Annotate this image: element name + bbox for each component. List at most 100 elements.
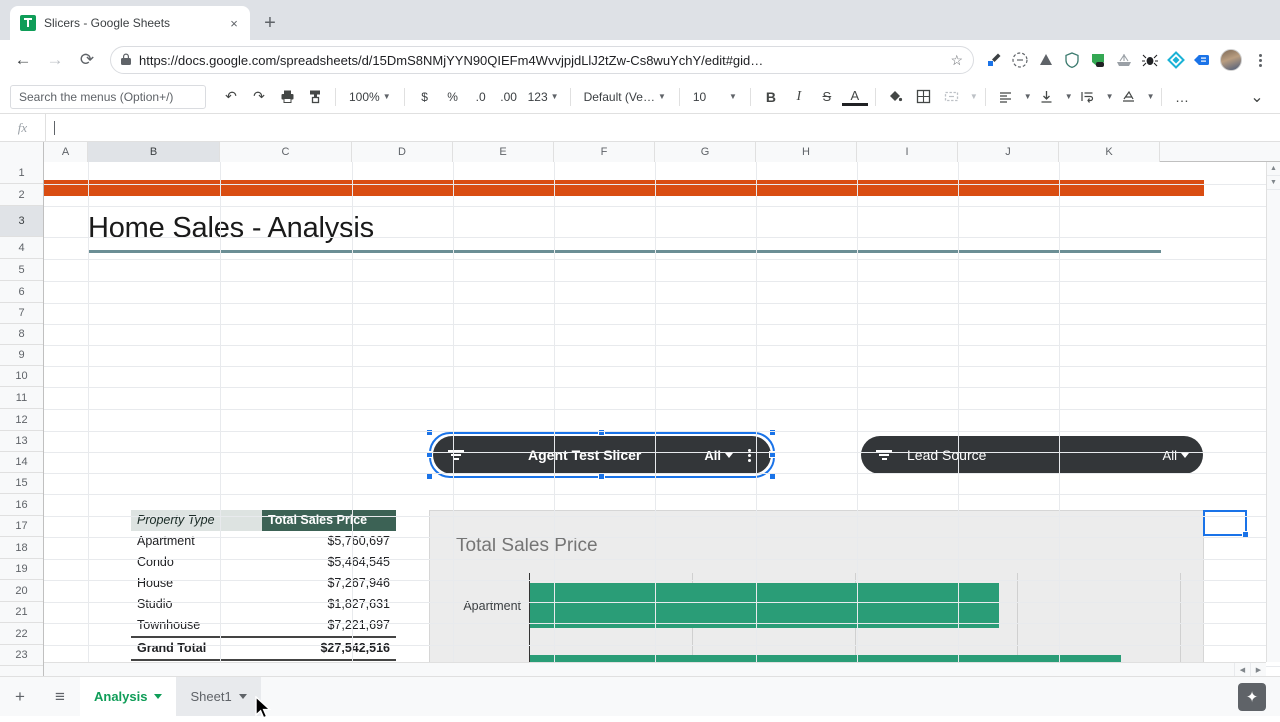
shield-extension-icon[interactable]: [1060, 48, 1084, 72]
collapse-toolbar-button[interactable]: ⌄: [1244, 84, 1270, 110]
text-wrap-button[interactable]: [1075, 84, 1101, 110]
chart-bar[interactable]: [530, 583, 999, 628]
number-format-button[interactable]: 123 ▼: [524, 84, 563, 110]
fill-color-button[interactable]: [883, 84, 909, 110]
add-sheet-button[interactable]: +: [0, 677, 40, 716]
print-button[interactable]: [274, 84, 300, 110]
row-header-3[interactable]: 3: [0, 206, 43, 237]
spider-extension-icon[interactable]: [1138, 48, 1162, 72]
resize-handle-s[interactable]: [598, 473, 605, 480]
resize-handle-sw[interactable]: [426, 473, 433, 480]
row-header-13[interactable]: 13: [0, 431, 43, 452]
row-header-9[interactable]: 9: [0, 345, 43, 366]
row-header-12[interactable]: 12: [0, 409, 43, 431]
row-header-14[interactable]: 14: [0, 452, 43, 473]
column-header-i[interactable]: I: [857, 142, 958, 162]
row-header-21[interactable]: 21: [0, 602, 43, 623]
scroll-down-arrow[interactable]: ▼: [1267, 176, 1280, 190]
column-header-c[interactable]: C: [220, 142, 352, 162]
scroll-right-arrow[interactable]: ▶: [1250, 663, 1266, 676]
forward-arrow-icon[interactable]: →: [40, 45, 70, 75]
chevron-down-icon[interactable]: ▼: [1147, 92, 1155, 101]
undo-button[interactable]: ↶: [218, 84, 244, 110]
row-header-17[interactable]: 17: [0, 516, 43, 537]
row-header-4[interactable]: 4: [0, 237, 43, 259]
diamond-extension-icon[interactable]: [1164, 48, 1188, 72]
new-tab-button[interactable]: +: [256, 9, 284, 37]
row-header-23[interactable]: 23: [0, 645, 43, 666]
resize-handle-se[interactable]: [769, 473, 776, 480]
row-header-1[interactable]: 1: [0, 162, 43, 184]
row-header-5[interactable]: 5: [0, 259, 43, 281]
column-header-d[interactable]: D: [352, 142, 453, 162]
text-color-button[interactable]: A: [841, 87, 868, 106]
select-all-corner[interactable]: [0, 142, 44, 162]
column-header-k[interactable]: K: [1059, 142, 1160, 162]
browser-tab[interactable]: Slicers - Google Sheets ×: [10, 6, 250, 40]
row-header-18[interactable]: 18: [0, 537, 43, 559]
explore-button[interactable]: ✦: [1238, 682, 1266, 711]
horizontal-scrollbar[interactable]: ◀ ▶: [44, 662, 1266, 676]
grid-canvas[interactable]: Home Sales - Analysis Agent Test Slicer …: [44, 162, 1280, 676]
function-icon[interactable]: fx: [0, 114, 46, 141]
row-header-16[interactable]: 16: [0, 494, 43, 516]
chevron-down-icon[interactable]: [238, 694, 247, 699]
chevron-down-icon[interactable]: ▼: [1065, 92, 1073, 101]
sheet-tab-sheet1[interactable]: Sheet1: [176, 677, 261, 716]
paint-format-button[interactable]: [302, 84, 328, 110]
column-header-b[interactable]: B: [88, 142, 220, 162]
address-bar[interactable]: https://docs.google.com/spreadsheets/d/1…: [110, 46, 974, 74]
column-header-f[interactable]: F: [554, 142, 655, 162]
reload-icon[interactable]: ⟳: [72, 45, 102, 75]
search-menus-input[interactable]: Search the menus (Option+/): [10, 84, 206, 109]
column-header-e[interactable]: E: [453, 142, 554, 162]
column-header-h[interactable]: H: [756, 142, 857, 162]
slicer-value-dropdown[interactable]: All: [704, 448, 733, 463]
avatar[interactable]: [1220, 49, 1242, 71]
vertical-scrollbar[interactable]: ▲ ▼: [1266, 162, 1280, 662]
redo-button[interactable]: ↷: [246, 84, 272, 110]
currency-format-button[interactable]: $: [412, 84, 438, 110]
eyedropper-extension-icon[interactable]: [982, 48, 1006, 72]
formula-input[interactable]: [46, 114, 1280, 141]
more-options-button[interactable]: …: [1169, 84, 1195, 110]
vertical-align-button[interactable]: [1034, 84, 1060, 110]
percent-format-button[interactable]: %: [440, 84, 466, 110]
column-header-a[interactable]: A: [44, 142, 88, 162]
all-sheets-button[interactable]: ≡: [40, 677, 80, 716]
column-header-j[interactable]: J: [958, 142, 1059, 162]
row-header-10[interactable]: 10: [0, 366, 43, 387]
font-size-control[interactable]: 10 ▼: [687, 84, 743, 110]
lead-source-slicer[interactable]: Lead Source All: [861, 436, 1203, 474]
slicer-value-dropdown[interactable]: All: [1163, 448, 1189, 463]
scroll-up-arrow[interactable]: ▲: [1267, 162, 1280, 176]
row-header-19[interactable]: 19: [0, 559, 43, 580]
agent-test-slicer[interactable]: Agent Test Slicer All: [433, 436, 771, 474]
bookmark-star-icon[interactable]: ☆: [950, 52, 963, 69]
row-header-15[interactable]: 15: [0, 473, 43, 494]
total-sales-price-chart[interactable]: Total Sales Price ApartmentHouseCondoTow…: [429, 510, 1204, 676]
row-header-8[interactable]: 8: [0, 324, 43, 345]
bold-button[interactable]: B: [758, 84, 784, 110]
decrease-decimal-button[interactable]: .0: [468, 84, 494, 110]
increase-decimal-button[interactable]: .00: [496, 84, 522, 110]
row-header-20[interactable]: 20: [0, 580, 43, 602]
sheet-tab-analysis[interactable]: Analysis: [80, 677, 177, 716]
chrome-menu-icon[interactable]: [1248, 53, 1272, 67]
row-header-2[interactable]: 2: [0, 184, 43, 206]
font-family-control[interactable]: Default (Ve… ▼: [578, 84, 672, 110]
google-drive-icon[interactable]: [1034, 48, 1058, 72]
chevron-down-icon[interactable]: ▼: [1024, 92, 1032, 101]
circle-extension-icon[interactable]: [1008, 48, 1032, 72]
chevron-down-icon[interactable]: ▼: [1106, 92, 1114, 101]
bookmark-extension-icon[interactable]: [1190, 48, 1214, 72]
zoom-level-control[interactable]: 100% ▼: [343, 84, 397, 110]
column-header-g[interactable]: G: [655, 142, 756, 162]
scroll-left-arrow[interactable]: ◀: [1234, 663, 1250, 676]
text-rotation-button[interactable]: [1116, 84, 1142, 110]
row-header-7[interactable]: 7: [0, 303, 43, 324]
back-arrow-icon[interactable]: ←: [8, 45, 38, 75]
row-header-6[interactable]: 6: [0, 281, 43, 303]
slicer-menu-icon[interactable]: [741, 448, 757, 462]
borders-button[interactable]: [911, 84, 937, 110]
